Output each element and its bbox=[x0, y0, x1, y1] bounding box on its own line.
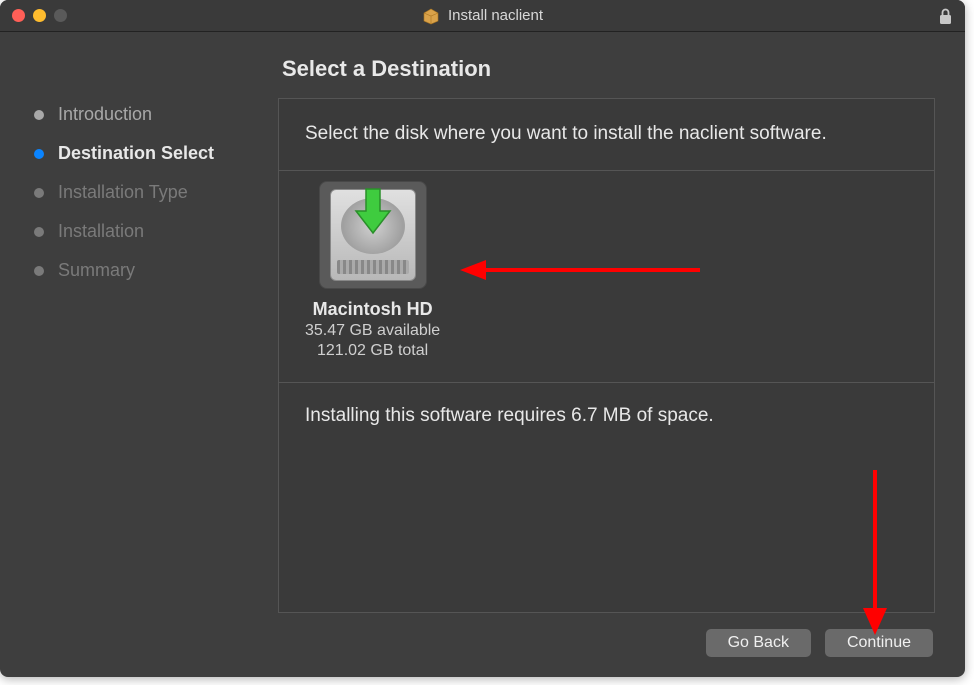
button-row: Go Back Continue bbox=[278, 613, 935, 657]
step-installation-type: Installation Type bbox=[34, 182, 250, 203]
disk-total: 121.02 GB total bbox=[317, 342, 428, 360]
disk-available: 35.47 GB available bbox=[305, 322, 440, 340]
zoom-button[interactable] bbox=[54, 9, 67, 22]
package-icon bbox=[422, 7, 440, 25]
disk-name: Macintosh HD bbox=[313, 299, 433, 320]
step-dot bbox=[34, 110, 44, 120]
space-requirement: Installing this software requires 6.7 MB… bbox=[279, 383, 934, 612]
disk-selection-area: Macintosh HD 35.47 GB available 121.02 G… bbox=[279, 170, 934, 383]
step-label: Installation Type bbox=[58, 182, 188, 203]
step-dot bbox=[34, 227, 44, 237]
step-dot bbox=[34, 149, 44, 159]
go-back-button[interactable]: Go Back bbox=[706, 629, 811, 657]
page-title: Select a Destination bbox=[282, 56, 935, 82]
disk-macintosh-hd[interactable]: Macintosh HD 35.47 GB available 121.02 G… bbox=[305, 181, 440, 360]
step-summary: Summary bbox=[34, 260, 250, 281]
main-content: Select a Destination Select the disk whe… bbox=[270, 32, 965, 677]
step-dot bbox=[34, 188, 44, 198]
disk-icon bbox=[319, 181, 427, 289]
download-arrow-icon bbox=[354, 187, 392, 242]
window-controls bbox=[0, 9, 67, 22]
lock-icon[interactable] bbox=[938, 8, 953, 30]
step-installation: Installation bbox=[34, 221, 250, 242]
step-label: Destination Select bbox=[58, 143, 214, 164]
window-title: Install naclient bbox=[448, 7, 543, 24]
step-label: Summary bbox=[58, 260, 135, 281]
steps-sidebar: Introduction Destination Select Installa… bbox=[0, 32, 270, 677]
step-label: Installation bbox=[58, 221, 144, 242]
step-destination-select: Destination Select bbox=[34, 143, 250, 164]
minimize-button[interactable] bbox=[33, 9, 46, 22]
step-label: Introduction bbox=[58, 104, 152, 125]
instruction-text: Select the disk where you want to instal… bbox=[279, 99, 934, 170]
step-dot bbox=[34, 266, 44, 276]
content-panel: Select the disk where you want to instal… bbox=[278, 98, 935, 613]
continue-button[interactable]: Continue bbox=[825, 629, 933, 657]
installer-window: Install naclient Introduction Destinatio… bbox=[0, 0, 965, 677]
step-introduction: Introduction bbox=[34, 104, 250, 125]
close-button[interactable] bbox=[12, 9, 25, 22]
titlebar: Install naclient bbox=[0, 0, 965, 32]
